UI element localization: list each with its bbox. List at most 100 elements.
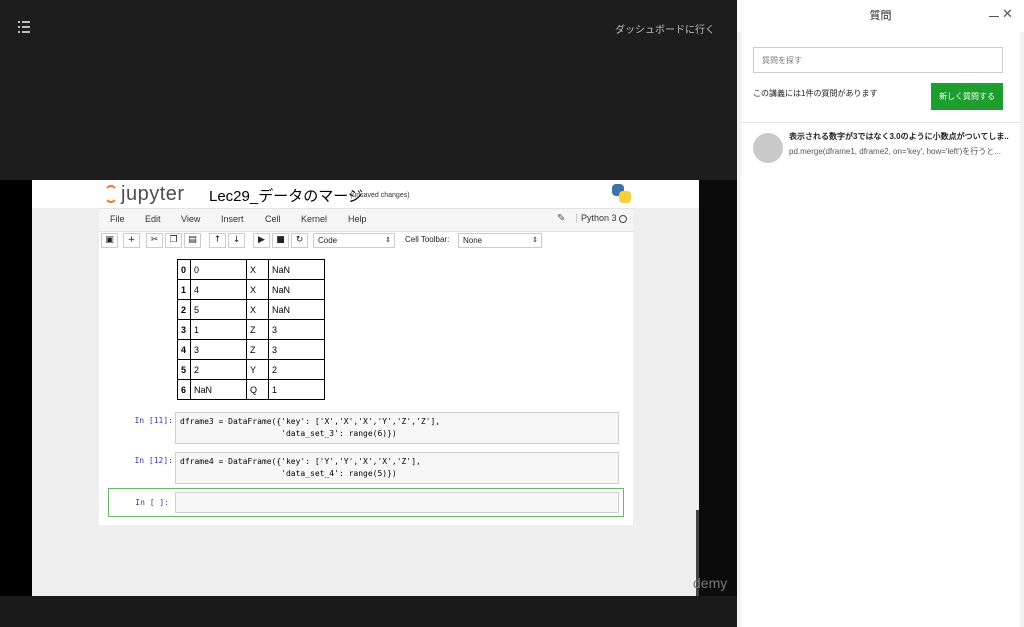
cell-type-select[interactable]: Code ⇕	[313, 233, 395, 248]
table-cell: X	[246, 279, 269, 300]
jupyter-logo: jupyter	[104, 183, 200, 205]
table-cell: 3	[268, 319, 325, 340]
watermark: demy	[693, 575, 728, 591]
question-count: この講義には1件の質問があります	[753, 89, 878, 98]
table-cell: Z	[246, 339, 269, 360]
edit-pencil-icon[interactable]: ✎	[557, 213, 569, 225]
row-index: 1	[177, 279, 191, 300]
cell-toolbar-select[interactable]: None ⇕	[458, 233, 542, 248]
table-cell: 1	[190, 319, 247, 340]
arrow-down-icon[interactable]: ↓	[228, 233, 245, 248]
cut-icon[interactable]: ✂	[146, 233, 163, 248]
jupyter-header: jupyter Lec29_データのマージ (unsaved changes)	[32, 180, 699, 208]
jupyter-logo-text: jupyter	[121, 183, 185, 205]
python-logo-icon	[612, 184, 632, 204]
table-cell: NaN	[268, 279, 325, 300]
table-cell: 3	[268, 339, 325, 360]
table-row: 0 0 X NaN	[177, 259, 325, 280]
table-row: 1 4 X NaN	[177, 279, 325, 300]
save-status: (unsaved changes)	[350, 192, 410, 199]
new-question-button[interactable]: 新しく質問する	[931, 83, 1003, 110]
table-cell: NaN	[190, 379, 247, 400]
avatar	[753, 133, 783, 163]
qa-panel: 質問 ✕ この講義には1件の質問があります 新しく質問する 表示される数字が3で…	[737, 0, 1024, 627]
table-cell: 4	[190, 279, 247, 300]
menu-insert[interactable]: Insert	[221, 214, 244, 224]
table-row: 2 5 X NaN	[177, 299, 325, 320]
table-cell: 1	[268, 379, 325, 400]
close-icon[interactable]: ✕	[1002, 6, 1013, 22]
dashboard-link[interactable]: ダッシュボードに行く	[615, 21, 715, 36]
cell-prompt: In [12]:	[134, 456, 173, 465]
menu-view[interactable]: View	[181, 214, 200, 224]
qa-panel-title: 質問	[869, 10, 892, 22]
minimize-icon[interactable]	[989, 16, 999, 17]
notebook-title[interactable]: Lec29_データのマージ	[209, 185, 363, 206]
code-input[interactable]	[175, 492, 619, 513]
curriculum-list-icon[interactable]	[18, 21, 30, 33]
table-row: 43Z3	[177, 339, 325, 360]
player-top-bar: ダッシュボードに行く	[0, 0, 737, 180]
table-cell: NaN	[268, 259, 325, 280]
row-index: 4	[177, 339, 191, 360]
code-cell-12[interactable]: In [12]: dframe4 = DataFrame({'key': ['Y…	[107, 452, 619, 484]
video-player[interactable]: ダッシュボードに行く jupyter Lec29_データのマージ (unsave…	[0, 0, 737, 627]
run-icon[interactable]: ▶	[253, 233, 270, 248]
table-cell: 2	[268, 359, 325, 380]
kernel-indicator: Python 3	[576, 213, 617, 223]
notebook-body[interactable]: 0 0 X NaN 1 4 X NaN 2 5 X NaN 3 1 Z 3 4 3 Z 3 5 2 Y 2 6 NaN Q 1 In …	[99, 252, 633, 525]
code-line: 'data_set_3': range(6)})	[180, 429, 397, 438]
cell-toolbar-label: Cell Toolbar:	[405, 235, 450, 244]
menu-file[interactable]: File	[110, 214, 125, 224]
code-line: dframe3 = DataFrame({'key': ['X','X','X'…	[180, 417, 441, 426]
code-cell-11[interactable]: In [11]: dframe3 = DataFrame({'key': ['X…	[107, 412, 619, 444]
app-root: ダッシュボードに行く jupyter Lec29_データのマージ (unsave…	[0, 0, 1024, 627]
video-frame: jupyter Lec29_データのマージ (unsaved changes) …	[32, 180, 699, 596]
menu-cell[interactable]: Cell	[265, 214, 281, 224]
active-code-cell[interactable]: In [ ]:	[108, 488, 624, 517]
question-excerpt: pd.merge(dframe1, dframe2, on='key', how…	[789, 147, 1001, 156]
stop-icon[interactable]: ■	[272, 233, 289, 248]
table-cell: X	[246, 259, 269, 280]
menu-edit[interactable]: Edit	[145, 214, 161, 224]
paste-icon[interactable]: ▤	[184, 233, 201, 248]
table-row: 6 NaN Q 1	[177, 379, 325, 400]
row-index: 5	[177, 359, 191, 380]
player-bottom-bar	[0, 596, 737, 627]
table-cell: Z	[246, 319, 269, 340]
copy-icon[interactable]: ❐	[165, 233, 182, 248]
table-cell: X	[246, 299, 269, 320]
question-search-input[interactable]	[753, 47, 1003, 73]
restart-icon[interactable]: ↻	[291, 233, 308, 248]
table-cell: NaN	[268, 299, 325, 320]
table-row: 52Y2	[177, 359, 325, 380]
row-index: 2	[177, 299, 191, 320]
save-icon[interactable]: ▣	[101, 233, 118, 248]
menu-kernel[interactable]: Kernel	[301, 214, 327, 224]
menu-help[interactable]: Help	[348, 214, 367, 224]
code-input[interactable]: dframe4 = DataFrame({'key': ['Y','Y','X'…	[175, 452, 619, 484]
table-cell: Q	[246, 379, 269, 400]
qa-panel-header: 質問 ✕	[737, 0, 1024, 32]
table-cell: 0	[190, 259, 247, 280]
row-index: 0	[177, 259, 191, 280]
arrow-up-icon[interactable]: ↑	[209, 233, 226, 248]
dataframe-output: 0 0 X NaN 1 4 X NaN 2 5 X NaN 3 1 Z 3 4 3 Z 3 5 2 Y 2 6 NaN Q 1	[177, 259, 325, 400]
question-item[interactable]: 表示される数字が3ではなく3.0のように小数点がついてしま... pd.merg…	[741, 123, 1020, 173]
table-row: 31Z3	[177, 319, 325, 340]
kernel-status-icon	[619, 215, 627, 223]
row-index: 6	[177, 379, 191, 400]
table-cell: Y	[246, 359, 269, 380]
jupyter-toolbar: ▣ + ✂ ❐ ▤ ↑ ↓ ▶ ■ ↻ Code ⇕ Cell Toolbar: …	[99, 232, 633, 252]
table-cell: 2	[190, 359, 247, 380]
question-title[interactable]: 表示される数字が3ではなく3.0のように小数点がついてしま...	[789, 131, 1009, 142]
cell-prompt: In [ ]:	[135, 498, 169, 507]
plus-icon[interactable]: +	[123, 233, 140, 248]
jupyter-menubar: File Edit View Insert Cell Kernel Help ✎…	[99, 208, 633, 232]
qa-panel-body: この講義には1件の質問があります 新しく質問する 表示される数字が3ではなく3.…	[741, 32, 1020, 627]
table-cell: 3	[190, 339, 247, 360]
video-margin	[699, 180, 737, 596]
code-line: 'data_set_4': range(5)})	[180, 469, 397, 478]
code-input[interactable]: dframe3 = DataFrame({'key': ['X','X','X'…	[175, 412, 619, 444]
table-cell: 5	[190, 299, 247, 320]
